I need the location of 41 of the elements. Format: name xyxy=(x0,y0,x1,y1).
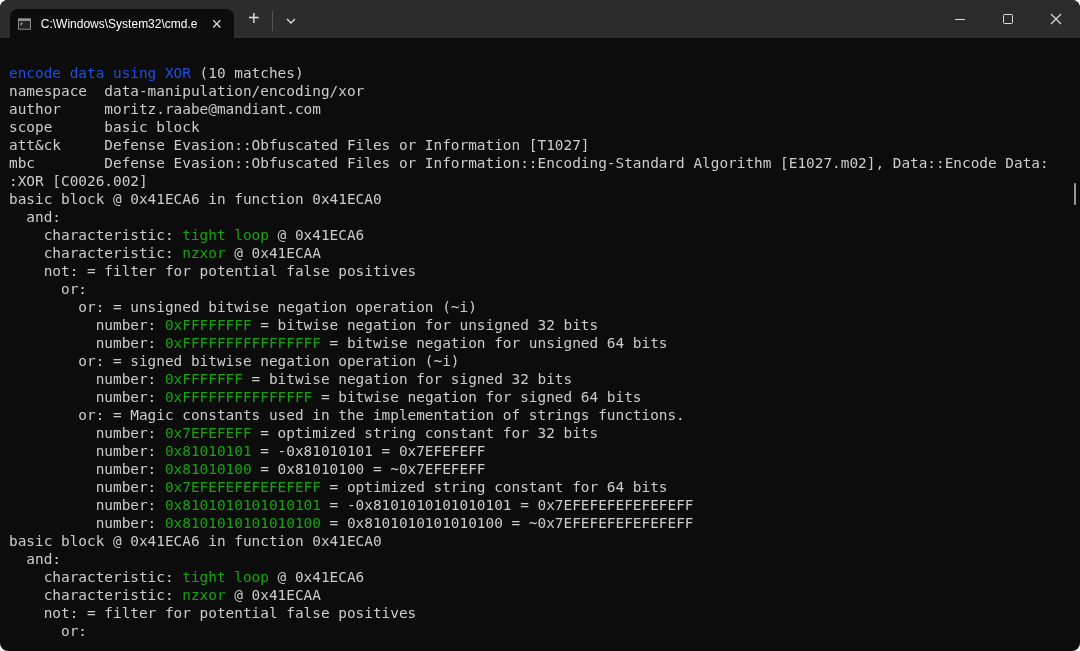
terminal-line: number: 0xFFFFFFF = bitwise negation for signed 32 bits xyxy=(94,370,573,388)
terminal-line: characteristic: tight loop @ 0x41ECA6 xyxy=(42,568,365,586)
terminal-line: or: = unsigned bitwise negation operation (~i) xyxy=(77,298,477,316)
terminal-line: not: = filter for potential false positives xyxy=(42,262,417,280)
terminal-tab[interactable]: C:\Windows\System32\cmd.e × xyxy=(10,9,234,38)
dropdown-icon[interactable] xyxy=(284,17,297,25)
close-tab-button[interactable]: × xyxy=(207,14,226,33)
terminal-line: characteristic: tight loop @ 0x41ECA6 xyxy=(42,226,365,244)
tab-title: C:\Windows\System32\cmd.e xyxy=(40,16,198,31)
terminal-line: or: = signed bitwise negation operation (~i) xyxy=(77,352,460,370)
close-icon[interactable] xyxy=(1050,13,1062,25)
terminal-line: or: = Magic constants used in the implementation of strings functions. xyxy=(77,406,685,424)
terminal-line: and: xyxy=(25,550,61,568)
terminal-line: encode data using XOR (10 matches) xyxy=(9,64,304,82)
terminal-line: basic block @ 0x41ECA6 in function 0x41ECA0 xyxy=(9,532,382,550)
scrollbar-thumb[interactable] xyxy=(1074,183,1076,205)
terminal-line: mbc Defense Evasion::Obfuscated Files or Information::Encoding-Standard Algorithm [E1027.m02], Data::Encode Data: xyxy=(9,154,1049,172)
terminal-line: number: 0x7EFEFEFF = optimized string constant for 32 bits xyxy=(94,424,599,442)
terminal-line: att&ck Defense Evasion::Obfuscated Files or Information [T1027] xyxy=(9,136,590,154)
terminal-line: author moritz.raabe@mandiant.com xyxy=(9,100,321,118)
terminal-line: characteristic: nzxor @ 0x41ECAA xyxy=(42,244,321,262)
terminal-line: and: xyxy=(25,208,61,226)
terminal-line: number: 0x8101010101010101 = -0x8101010101010101 = 0x7EFEFEFEFEFEFEFF xyxy=(94,496,694,514)
maximize-icon[interactable] xyxy=(1002,13,1014,25)
new-tab-button[interactable]: + xyxy=(244,8,264,28)
terminal-line: number: 0x81010100 = 0x81010100 = ~0x7EFEFEFF xyxy=(94,460,486,478)
terminal-line: characteristic: nzxor @ 0x41ECAA xyxy=(42,586,321,604)
terminal-line: basic block @ 0x41ECA6 in function 0x41ECA0 xyxy=(9,190,382,208)
terminal-line: not: = filter for potential false positives xyxy=(42,604,417,622)
terminal-line: number: 0x7EFEFEFEFEFEFEFF = optimized string constant for 64 bits xyxy=(94,478,668,496)
terminal-icon xyxy=(18,16,31,31)
terminal-line: scope basic block xyxy=(9,118,200,136)
terminal-line: number: 0xFFFFFFFF = bitwise negation for unsigned 32 bits xyxy=(94,316,599,334)
terminal-line: or: xyxy=(59,622,87,640)
terminal-line: :XOR [C0026.002] xyxy=(9,172,148,190)
terminal-line: number: 0x81010101 = -0x81010101 = 0x7EFEFEFF xyxy=(94,442,486,460)
terminal-line: number: 0xFFFFFFFFFFFFFFF = bitwise negation for signed 64 bits xyxy=(94,388,642,406)
terminal-line: number: 0xFFFFFFFFFFFFFFFF = bitwise negation for unsigned 64 bits xyxy=(94,334,668,352)
terminal-line: namespace data-manipulation/encoding/xor xyxy=(9,82,365,100)
terminal-line: or: xyxy=(59,280,87,298)
terminal-line: number: 0x8101010101010100 = 0x8101010101010100 = ~0x7EFEFEFEFEFEFEFF xyxy=(94,514,694,532)
